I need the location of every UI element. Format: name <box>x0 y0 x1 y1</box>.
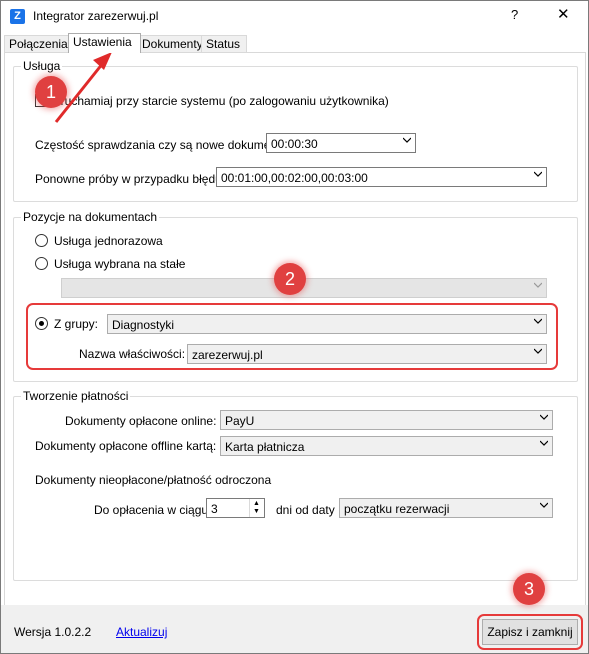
retry-select[interactable]: 00:01:00,00:02:00,00:03:00 <box>216 167 547 187</box>
due-days-stepper[interactable]: 3 ▲ ▼ <box>206 498 265 518</box>
offline-select[interactable]: Karta płatnicza <box>220 436 553 456</box>
due-label: Do opłacenia w ciągu <box>94 503 209 517</box>
title-bar[interactable]: Z Integrator zarezerwuj.pl ? ✕ <box>1 1 588 32</box>
chevron-down-icon <box>403 137 411 143</box>
date-ref-select[interactable]: początku rezerwacji <box>339 498 553 518</box>
highlight-group-settings <box>26 303 558 370</box>
version-label: Wersja 1.0.2.2 <box>14 625 92 639</box>
stepper-down-icon[interactable]: ▼ <box>253 508 260 515</box>
pozycje-legend: Pozycje na dokumentach <box>21 210 160 224</box>
chevron-down-icon <box>534 282 542 288</box>
tab-polaczenia[interactable]: Połączenia <box>4 35 72 52</box>
retry-value: 00:01:00,00:02:00,00:03:00 <box>221 171 368 185</box>
platnosci-legend: Tworzenie płatności <box>21 389 131 403</box>
online-label: Dokumenty opłacone online: <box>65 414 217 428</box>
highlight-save-button <box>477 614 583 650</box>
due-days-value: 3 <box>211 502 218 516</box>
stepper-arrows[interactable]: ▲ ▼ <box>249 499 264 517</box>
usluga-group: Usługa ✓ Uruchamiaj przy starcie systemu… <box>13 59 578 202</box>
tab-ustawienia[interactable]: Ustawienia <box>68 33 141 53</box>
platnosci-group: Tworzenie płatności Dokumenty opłacone o… <box>13 389 578 581</box>
autostart-label: Uruchamiaj przy starcie systemu (po zalo… <box>52 94 389 108</box>
offline-label: Dokumenty opłacone offline kartą: <box>35 439 217 453</box>
help-button[interactable]: ? <box>511 7 518 22</box>
retry-label: Ponowne próby w przypadku błędu: <box>35 172 226 186</box>
close-button[interactable]: ✕ <box>557 5 570 23</box>
chevron-down-icon <box>540 414 548 420</box>
days-from-label: dni od daty <box>276 503 335 517</box>
app-logo-icon: Z <box>10 9 25 24</box>
unpaid-heading: Dokumenty nieopłacone/płatność odroczona <box>35 473 272 487</box>
frequency-value: 00:00:30 <box>271 137 318 151</box>
radio-jednorazowa[interactable] <box>35 234 48 247</box>
annotation-badge-1: 1 <box>35 76 67 108</box>
chevron-down-icon <box>534 171 542 177</box>
annotation-badge-3: 3 <box>513 573 545 605</box>
chevron-down-icon <box>540 440 548 446</box>
usluga-legend: Usługa <box>21 59 63 73</box>
stepper-up-icon[interactable]: ▲ <box>253 500 260 507</box>
annotation-badge-2: 2 <box>274 263 306 295</box>
frequency-select[interactable]: 00:00:30 <box>266 133 416 153</box>
tab-dokumenty[interactable]: Dokumenty <box>137 35 205 52</box>
radio-stala[interactable] <box>35 257 48 270</box>
radio-jednorazowa-label: Usługa jednorazowa <box>54 234 163 248</box>
tab-status[interactable]: Status <box>201 35 247 52</box>
chevron-down-icon <box>540 502 548 508</box>
offline-value: Karta płatnicza <box>225 440 305 454</box>
frequency-label: Częstość sprawdzania czy są nowe dokumen… <box>35 138 287 152</box>
online-value: PayU <box>225 414 255 428</box>
update-link[interactable]: Aktualizuj <box>116 625 167 639</box>
online-select[interactable]: PayU <box>220 410 553 430</box>
window-title: Integrator zarezerwuj.pl <box>33 9 159 23</box>
radio-stala-label: Usługa wybrana na stałe <box>54 257 186 271</box>
date-ref-value: początku rezerwacji <box>344 502 450 516</box>
